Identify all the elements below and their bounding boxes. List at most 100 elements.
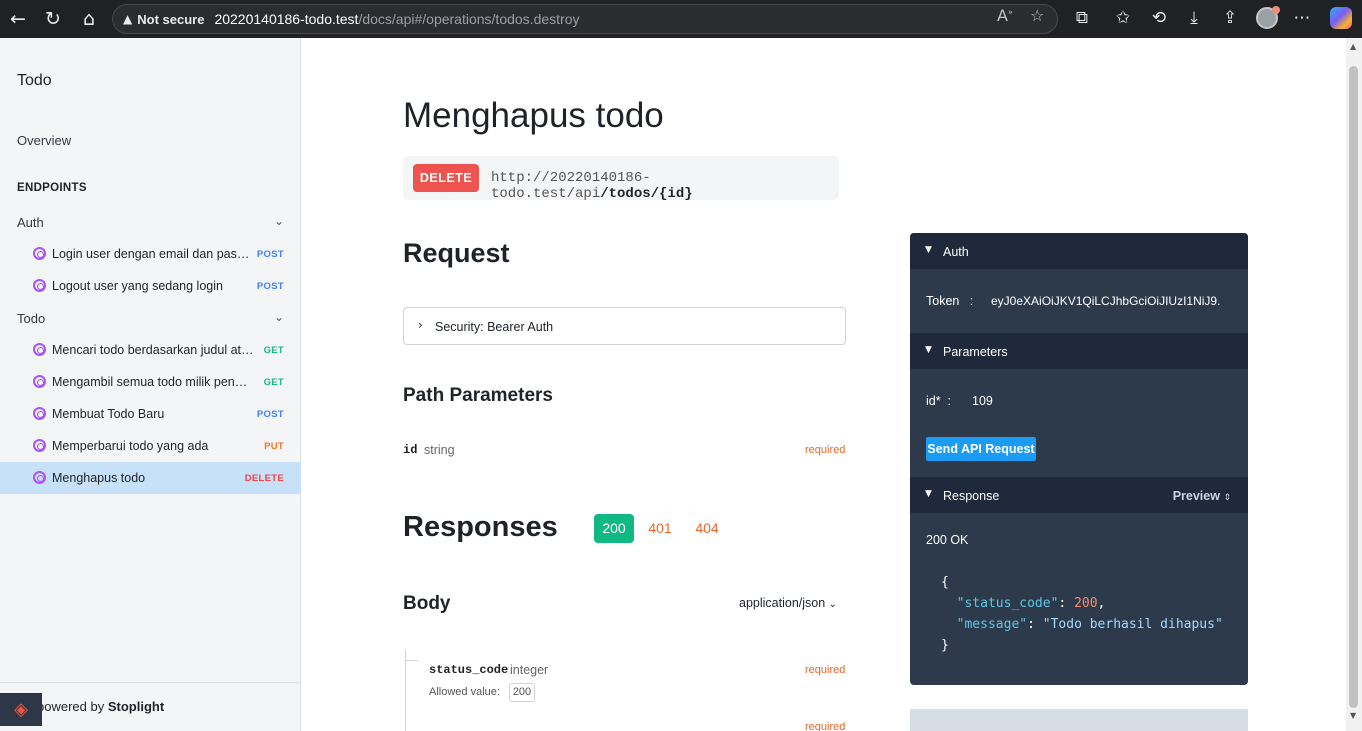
method-badge: GET <box>263 376 284 388</box>
sidebar-item-label: Login user dengan email dan password <box>52 247 254 261</box>
security-accordion[interactable]: › Security: Bearer Auth <box>403 307 846 345</box>
url-path: /docs/api#/operations/todos.destroy <box>358 11 580 27</box>
parameters-section-header[interactable]: ▼ Parameters <box>910 333 1248 369</box>
allowed-value-label: Allowed value: <box>429 686 500 698</box>
auth-section-header[interactable]: ▼ Auth <box>910 233 1248 269</box>
method-badge: DELETE <box>244 472 284 484</box>
preview-select[interactable]: Preview ⇕ <box>1173 489 1231 503</box>
target-icon <box>33 407 46 420</box>
sidebar-item-create-todo[interactable]: Membuat Todo Baru POST <box>0 398 301 430</box>
id-label: id* : <box>926 394 952 408</box>
content-type-select[interactable]: application/json ⌄ <box>739 596 837 610</box>
response-status: 200 OK <box>926 533 969 547</box>
method-badge: POST <box>256 280 284 292</box>
security-label[interactable]: Not secure <box>137 12 204 27</box>
field-name: status_code <box>429 663 509 677</box>
profile-avatar[interactable] <box>1256 6 1280 29</box>
main-content: Menghapus todo DELETE http://20220140186… <box>301 38 1346 731</box>
home-icon[interactable]: ⌂ <box>77 7 101 31</box>
sidebar-item-list-todo[interactable]: Mengambil semua todo milik pengguna GET <box>0 366 301 398</box>
endpoint-url-box: DELETE http://20220140186-todo.test/api/… <box>403 156 839 202</box>
response-tab-200[interactable]: 200 <box>594 514 634 543</box>
method-badge-delete: DELETE <box>413 164 479 192</box>
favorites-icon[interactable]: ✩ <box>1112 8 1134 28</box>
target-icon <box>33 375 46 388</box>
security-label: Security: Bearer Auth <box>435 320 554 334</box>
target-icon <box>33 247 46 260</box>
extensions-icon[interactable]: ⧉ <box>1071 8 1093 28</box>
field-required: required <box>805 664 846 676</box>
stoplight-brand: Stoplight <box>107 699 165 714</box>
share-icon[interactable]: ⇪ <box>1219 8 1241 28</box>
warning-icon: ▲ <box>123 12 133 26</box>
sidebar-item-search-todo[interactable]: Mencari todo berdasarkan judul atau desk… <box>0 334 301 366</box>
sidebar-item-login[interactable]: Login user dengan email dan password POS… <box>0 238 301 270</box>
parameters-label: Parameters <box>943 345 1008 359</box>
response-tab-404[interactable]: 404 <box>689 514 725 543</box>
sidebar-group-auth[interactable]: Auth ⌄ <box>0 206 301 238</box>
caret-down-icon: ▼ <box>925 345 932 355</box>
chevron-right-icon: › <box>418 318 423 332</box>
back-icon[interactable]: ← <box>6 7 30 31</box>
sidebar-item-delete-todo[interactable]: Menghapus todo DELETE <box>0 462 301 494</box>
scroll-down-icon[interactable]: ▼ <box>1350 711 1356 720</box>
reload-icon[interactable]: ↻ <box>41 7 65 31</box>
target-icon <box>33 471 46 484</box>
history-icon[interactable]: ⟲ <box>1148 8 1170 28</box>
url-host: 20220140186-todo.test <box>214 11 359 27</box>
method-badge: GET <box>263 344 284 356</box>
downloads-icon[interactable]: ⤓ <box>1183 8 1205 28</box>
param-type: string <box>424 443 455 457</box>
method-badge: PUT <box>264 440 284 452</box>
schema-tree-line <box>405 650 418 731</box>
sidebar-item-overview[interactable]: Overview <box>17 133 71 148</box>
field-required: required <box>805 721 846 731</box>
sort-icon: ⇕ <box>1223 493 1231 503</box>
address-bar[interactable]: ▲ Not secure 20220140186-todo.test/docs/… <box>112 4 1058 34</box>
favorite-star-icon[interactable]: ☆ <box>1030 6 1044 25</box>
sidebar-item-logout[interactable]: Logout user yang sedang login POST <box>0 270 301 302</box>
scroll-up-icon[interactable]: ▲ <box>1350 42 1356 51</box>
laravel-logo-icon[interactable]: ◈ <box>0 693 42 726</box>
sidebar-group-todo[interactable]: Todo ⌄ <box>0 302 301 334</box>
chevron-down-icon: ⌄ <box>273 310 284 324</box>
token-input[interactable]: eyJ0eXAiOiJKV1QiLCJhbGciOiJIUzI1NiJ9. <box>991 294 1237 308</box>
target-icon <box>33 343 46 356</box>
field-type: integer <box>510 663 549 677</box>
response-tab-401[interactable]: 401 <box>642 514 678 543</box>
target-icon <box>33 279 46 292</box>
auth-label: Auth <box>943 245 969 259</box>
responses-heading: Responses <box>403 511 558 543</box>
response-json: { "status_code": 200, "message": "Todo b… <box>941 575 1223 653</box>
sidebar-item-update-todo[interactable]: Memperbarui todo yang ada PUT <box>0 430 301 462</box>
powered-by-footer[interactable]: powered by Stoplight <box>0 682 300 731</box>
sidebar-item-label: Mengambil semua todo milik pengguna <box>52 375 254 389</box>
caret-down-icon: ▼ <box>925 489 932 499</box>
copilot-icon[interactable] <box>1330 7 1352 29</box>
sidebar-item-label: Logout user yang sedang login <box>52 279 223 293</box>
content-type-value: application/json <box>739 596 826 610</box>
request-sample-header[interactable] <box>910 709 1248 731</box>
endpoint-url[interactable]: http://20220140186-todo.test/api/todos/{… <box>491 170 839 202</box>
sidebar-item-label: Menghapus todo <box>52 471 146 485</box>
id-input[interactable]: 109 <box>972 394 993 408</box>
more-icon[interactable]: ⋯ <box>1291 8 1313 28</box>
sidebar-item-label: Membuat Todo Baru <box>52 407 165 421</box>
token-label: Token : <box>926 294 974 308</box>
read-aloud-icon[interactable]: A» <box>997 6 1013 25</box>
sidebar-item-label: Memperbarui todo yang ada <box>52 439 209 453</box>
scrollbar[interactable]: ▲ ▼ <box>1346 38 1362 731</box>
send-api-request-button[interactable]: Send API Request <box>926 437 1036 461</box>
scroll-thumb[interactable] <box>1349 66 1358 708</box>
method-badge: POST <box>256 408 284 420</box>
response-section-header[interactable]: ▼ Response Preview ⇕ <box>910 477 1248 513</box>
param-name: id <box>403 443 418 457</box>
sidebar-item-label: Mencari todo berdasarkan judul atau desk… <box>52 343 254 357</box>
app-title[interactable]: Todo <box>17 72 52 90</box>
chevron-down-icon: ⌄ <box>828 599 838 610</box>
group-label: Auth <box>17 214 44 230</box>
page-title: Menghapus todo <box>403 96 664 135</box>
param-required: required <box>805 444 846 456</box>
url-path: /todos/{id} <box>600 186 693 202</box>
browser-toolbar: ← ↻ ⌂ ▲ Not secure 20220140186-todo.test… <box>0 0 1362 38</box>
